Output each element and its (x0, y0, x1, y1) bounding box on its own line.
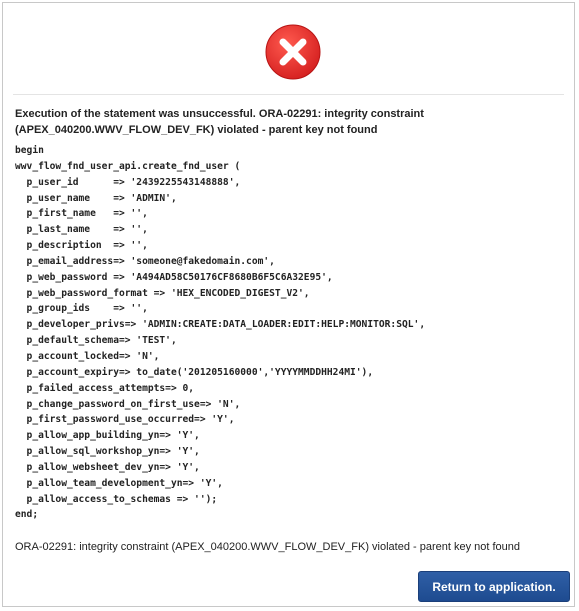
error-x-icon (265, 24, 321, 80)
return-to-application-button[interactable]: Return to application. (418, 571, 570, 602)
error-page: Execution of the statement was unsuccess… (2, 2, 575, 607)
error-message: ORA-02291: integrity constraint (APEX_04… (15, 541, 521, 553)
sql-statement: begin wwv_flow_fnd_user_api.create_fnd_u… (15, 145, 426, 521)
error-title: Execution of the statement was unsuccess… (15, 108, 424, 136)
divider (13, 94, 564, 95)
